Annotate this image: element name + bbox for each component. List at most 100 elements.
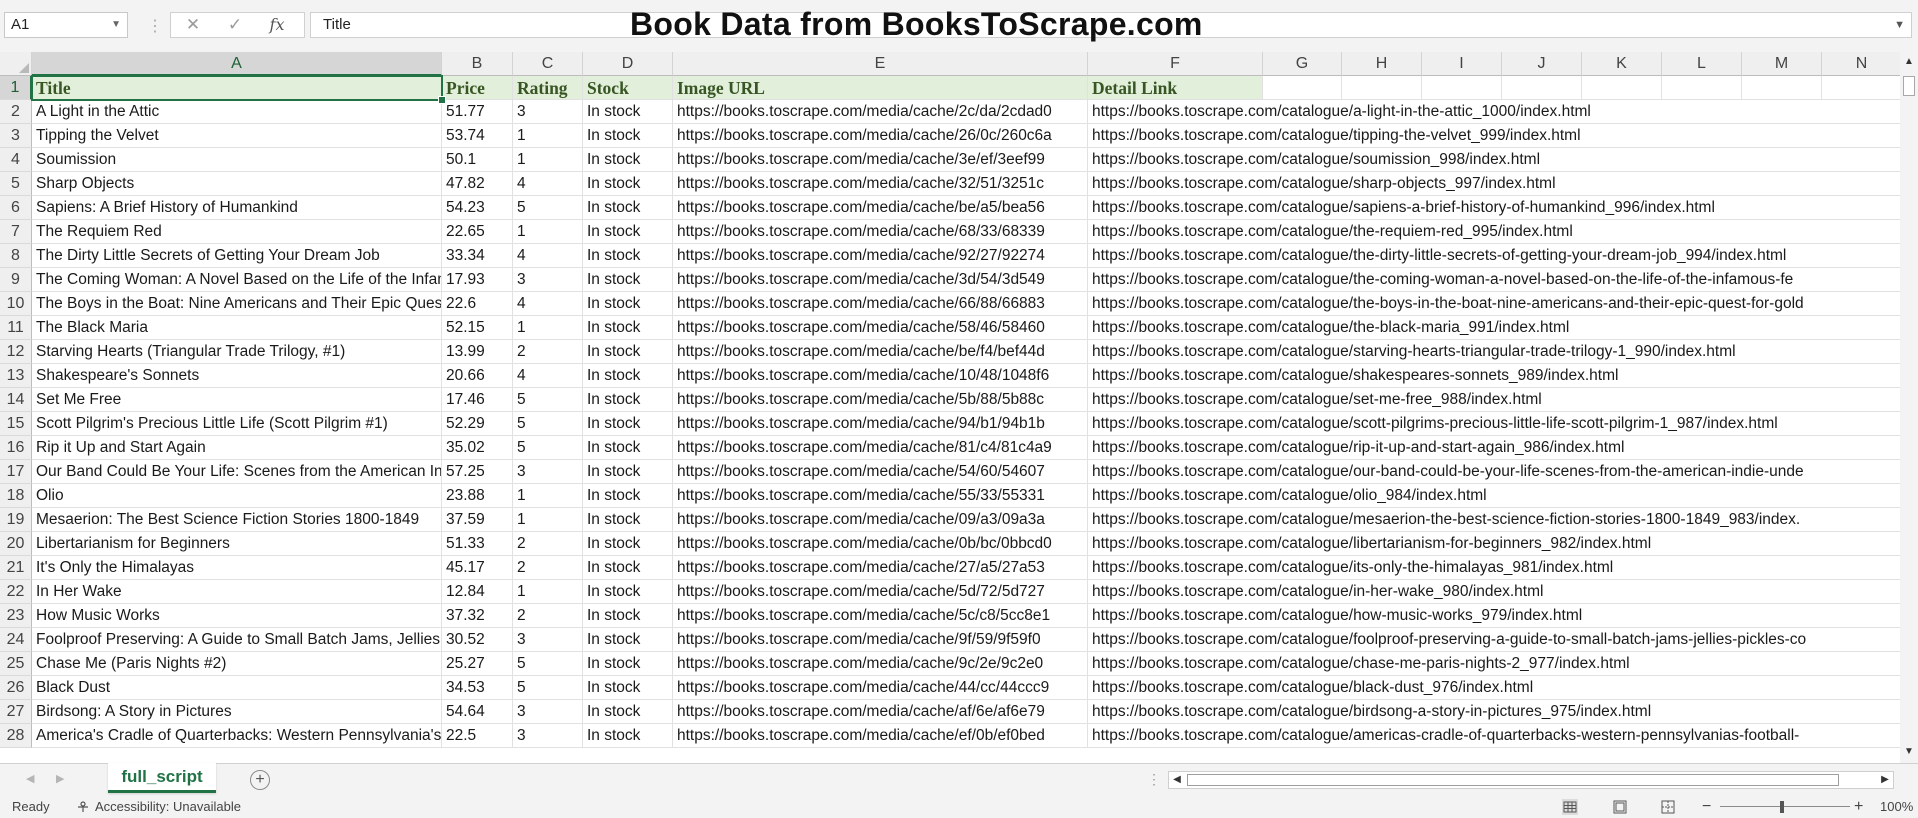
- table-cell-stock[interactable]: In stock: [583, 604, 673, 628]
- table-cell-price[interactable]: 37.32: [442, 604, 513, 628]
- table-cell-price[interactable]: 22.65: [442, 220, 513, 244]
- table-cell-rating[interactable]: 1: [513, 220, 583, 244]
- table-cell-title[interactable]: The Dirty Little Secrets of Getting Your…: [32, 244, 442, 268]
- table-cell-stock[interactable]: In stock: [583, 124, 673, 148]
- row-header[interactable]: 15: [0, 412, 32, 436]
- table-cell-link[interactable]: https://books.toscrape.com/catalogue/oli…: [1088, 484, 1900, 508]
- table-cell-link[interactable]: https://books.toscrape.com/catalogue/rip…: [1088, 436, 1900, 460]
- table-cell-price[interactable]: 25.27: [442, 652, 513, 676]
- table-cell-rating[interactable]: 1: [513, 316, 583, 340]
- table-cell-rating[interactable]: 2: [513, 556, 583, 580]
- table-cell-image[interactable]: https://books.toscrape.com/media/cache/6…: [673, 220, 1088, 244]
- table-cell-stock[interactable]: In stock: [583, 220, 673, 244]
- table-cell-rating[interactable]: 3: [513, 460, 583, 484]
- table-cell-title[interactable]: Chase Me (Paris Nights #2): [32, 652, 442, 676]
- table-cell-price[interactable]: 12.84: [442, 580, 513, 604]
- row-header[interactable]: 11: [0, 316, 32, 340]
- row-header[interactable]: 16: [0, 436, 32, 460]
- table-cell-image[interactable]: https://books.toscrape.com/media/cache/9…: [673, 412, 1088, 436]
- table-cell-stock[interactable]: In stock: [583, 700, 673, 724]
- table-cell-image[interactable]: https://books.toscrape.com/media/cache/0…: [673, 532, 1088, 556]
- column-header-a[interactable]: A: [32, 52, 442, 76]
- row-header[interactable]: 8: [0, 244, 32, 268]
- table-cell-stock[interactable]: In stock: [583, 292, 673, 316]
- table-cell-title[interactable]: Libertarianism for Beginners: [32, 532, 442, 556]
- column-header-n[interactable]: N: [1822, 52, 1900, 76]
- table-cell-rating[interactable]: 3: [513, 100, 583, 124]
- zoom-in-icon[interactable]: +: [1854, 796, 1863, 818]
- row-header-1[interactable]: 1: [0, 76, 32, 100]
- zoom-slider-thumb[interactable]: [1780, 801, 1784, 813]
- table-cell-image[interactable]: https://books.toscrape.com/media/cache/4…: [673, 676, 1088, 700]
- name-box[interactable]: A1 ▼: [4, 12, 128, 38]
- table-cell-stock[interactable]: In stock: [583, 628, 673, 652]
- row-header[interactable]: 26: [0, 676, 32, 700]
- table-cell-title[interactable]: The Boys in the Boat: Nine Americans and…: [32, 292, 442, 316]
- horizontal-scrollbar[interactable]: ◀ ▶: [1168, 771, 1894, 789]
- table-cell-link[interactable]: https://books.toscrape.com/catalogue/its…: [1088, 556, 1900, 580]
- sheet-tab-full-script[interactable]: full_script: [108, 763, 216, 793]
- table-cell-link[interactable]: https://books.toscrape.com/catalogue/the…: [1088, 268, 1900, 292]
- row-header[interactable]: 9: [0, 268, 32, 292]
- table-cell-link[interactable]: https://books.toscrape.com/catalogue/cha…: [1088, 652, 1900, 676]
- table-cell-price[interactable]: 50.1: [442, 148, 513, 172]
- zoom-out-icon[interactable]: −: [1702, 796, 1711, 818]
- column-header-k[interactable]: K: [1582, 52, 1662, 76]
- header-cell-detail-link[interactable]: Detail Link: [1088, 76, 1263, 100]
- table-cell-price[interactable]: 45.17: [442, 556, 513, 580]
- table-cell-title[interactable]: Tipping the Velvet: [32, 124, 442, 148]
- table-cell-stock[interactable]: In stock: [583, 484, 673, 508]
- add-sheet-icon[interactable]: +: [250, 770, 270, 790]
- table-cell-title[interactable]: Sapiens: A Brief History of Humankind: [32, 196, 442, 220]
- table-cell-title[interactable]: A Light in the Attic: [32, 100, 442, 124]
- table-cell-rating[interactable]: 4: [513, 172, 583, 196]
- row-header[interactable]: 18: [0, 484, 32, 508]
- table-cell-stock[interactable]: In stock: [583, 556, 673, 580]
- table-cell-title[interactable]: Soumission: [32, 148, 442, 172]
- cell-i1[interactable]: [1422, 76, 1502, 100]
- table-cell-image[interactable]: https://books.toscrape.com/media/cache/2…: [673, 124, 1088, 148]
- row-header[interactable]: 2: [0, 100, 32, 124]
- table-cell-image[interactable]: https://books.toscrape.com/media/cache/5…: [673, 604, 1088, 628]
- cell-j1[interactable]: [1502, 76, 1582, 100]
- table-cell-title[interactable]: Set Me Free: [32, 388, 442, 412]
- row-header[interactable]: 12: [0, 340, 32, 364]
- normal-view-icon[interactable]: [1562, 799, 1578, 815]
- table-cell-link[interactable]: https://books.toscrape.com/catalogue/tip…: [1088, 124, 1900, 148]
- table-cell-rating[interactable]: 3: [513, 628, 583, 652]
- table-cell-link[interactable]: https://books.toscrape.com/catalogue/ame…: [1088, 724, 1900, 748]
- table-cell-rating[interactable]: 1: [513, 124, 583, 148]
- table-cell-stock[interactable]: In stock: [583, 172, 673, 196]
- table-cell-link[interactable]: https://books.toscrape.com/catalogue/the…: [1088, 316, 1900, 340]
- table-cell-price[interactable]: 51.33: [442, 532, 513, 556]
- column-header-d[interactable]: D: [583, 52, 673, 76]
- zoom-slider[interactable]: [1720, 806, 1850, 807]
- table-cell-image[interactable]: https://books.toscrape.com/media/cache/2…: [673, 556, 1088, 580]
- table-cell-stock[interactable]: In stock: [583, 460, 673, 484]
- row-header[interactable]: 13: [0, 364, 32, 388]
- column-header-f[interactable]: F: [1088, 52, 1263, 76]
- table-cell-rating[interactable]: 5: [513, 196, 583, 220]
- table-cell-title[interactable]: The Coming Woman: A Novel Based on the L…: [32, 268, 442, 292]
- row-header[interactable]: 17: [0, 460, 32, 484]
- next-sheet-icon[interactable]: ▶: [56, 772, 64, 785]
- row-header[interactable]: 24: [0, 628, 32, 652]
- row-header[interactable]: 22: [0, 580, 32, 604]
- row-header[interactable]: 23: [0, 604, 32, 628]
- table-cell-title[interactable]: The Requiem Red: [32, 220, 442, 244]
- table-cell-rating[interactable]: 3: [513, 724, 583, 748]
- table-cell-rating[interactable]: 2: [513, 340, 583, 364]
- table-cell-title[interactable]: Shakespeare's Sonnets: [32, 364, 442, 388]
- row-header[interactable]: 25: [0, 652, 32, 676]
- table-cell-stock[interactable]: In stock: [583, 508, 673, 532]
- page-layout-view-icon[interactable]: [1612, 799, 1628, 815]
- table-cell-price[interactable]: 57.25: [442, 460, 513, 484]
- table-cell-stock[interactable]: In stock: [583, 436, 673, 460]
- table-cell-rating[interactable]: 1: [513, 580, 583, 604]
- table-cell-price[interactable]: 33.34: [442, 244, 513, 268]
- chevron-down-icon[interactable]: ▼: [111, 13, 121, 37]
- table-cell-title[interactable]: America's Cradle of Quarterbacks: Wester…: [32, 724, 442, 748]
- table-cell-title[interactable]: Foolproof Preserving: A Guide to Small B…: [32, 628, 442, 652]
- row-header[interactable]: 4: [0, 148, 32, 172]
- enter-icon[interactable]: ✓: [215, 13, 255, 37]
